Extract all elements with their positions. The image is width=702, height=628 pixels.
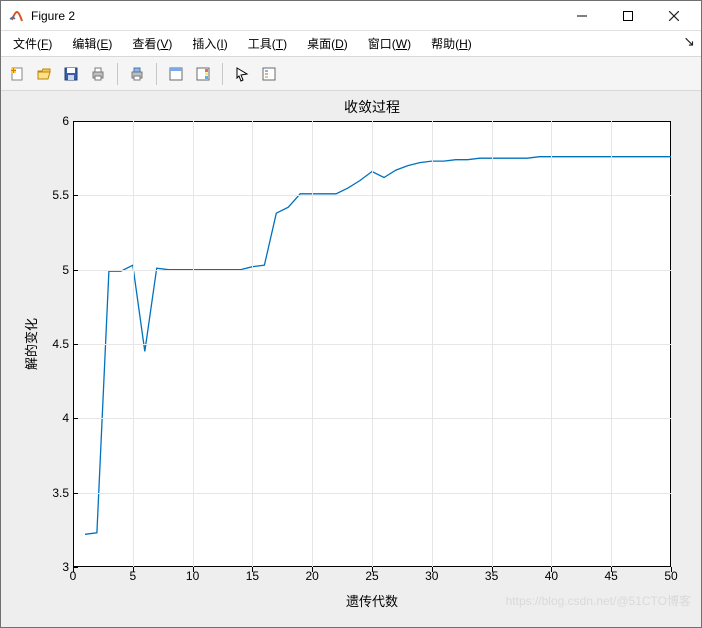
x-tick-label: 30	[425, 569, 438, 583]
dock-arrow-icon[interactable]: ↘	[683, 33, 695, 50]
menu-file[interactable]: 文件(F)	[7, 33, 58, 54]
gridline-h	[73, 270, 671, 271]
x-tick-label: 5	[129, 569, 136, 583]
x-tick-label: 35	[485, 569, 498, 583]
tick-mark	[73, 567, 78, 568]
x-axis-label: 遗传代数	[73, 591, 671, 610]
tick-mark	[73, 195, 78, 196]
tick-mark	[73, 121, 78, 122]
y-tick-label: 4	[39, 411, 69, 425]
x-tick-label: 15	[246, 569, 259, 583]
menu-bar: 文件(F) 编辑(E) 查看(V) 插入(I) 工具(T) 桌面(D) 窗口(W…	[1, 31, 701, 57]
y-tick-label: 5.5	[39, 188, 69, 202]
toolbar-separator	[117, 63, 118, 85]
menu-tools[interactable]: 工具(T)	[242, 33, 293, 54]
x-tick-label: 40	[545, 569, 558, 583]
menu-desktop[interactable]: 桌面(D)	[301, 33, 354, 54]
minimize-button[interactable]	[559, 1, 605, 31]
maximize-button[interactable]	[605, 1, 651, 31]
gridline-h	[73, 195, 671, 196]
menu-window[interactable]: 窗口(W)	[362, 33, 417, 54]
link-plot-button[interactable]	[164, 62, 188, 86]
x-tick-label: 25	[365, 569, 378, 583]
toolbar-separator	[222, 63, 223, 85]
y-axis-label: 解的变化	[21, 121, 40, 567]
new-figure-button[interactable]	[5, 62, 29, 86]
x-tick-label: 0	[70, 569, 77, 583]
print-button[interactable]	[86, 62, 110, 86]
x-tick-label: 10	[186, 569, 199, 583]
toolbar	[1, 57, 701, 91]
menu-insert[interactable]: 插入(I)	[186, 33, 233, 54]
edit-plot-button[interactable]	[230, 62, 254, 86]
x-tick-label: 50	[664, 569, 677, 583]
title-bar: Figure 2	[1, 1, 701, 31]
menu-help[interactable]: 帮助(H)	[425, 33, 478, 54]
y-tick-label: 3.5	[39, 486, 69, 500]
toolbar-separator	[156, 63, 157, 85]
open-button[interactable]	[32, 62, 56, 86]
print-preview-button[interactable]	[125, 62, 149, 86]
tick-mark	[73, 418, 78, 419]
x-tick-label: 20	[306, 569, 319, 583]
figure-canvas[interactable]: 收敛过程 遗传代数 解的变化 https://blog.csdn.net/@51…	[1, 91, 701, 627]
menu-edit[interactable]: 编辑(E)	[66, 33, 118, 54]
x-tick-label: 45	[605, 569, 618, 583]
y-tick-label: 3	[39, 560, 69, 574]
insert-colorbar-button[interactable]	[191, 62, 215, 86]
tick-mark	[73, 493, 78, 494]
y-tick-label: 4.5	[39, 337, 69, 351]
gridline-h	[73, 344, 671, 345]
tick-mark	[73, 344, 78, 345]
y-tick-label: 6	[39, 114, 69, 128]
window-title: Figure 2	[31, 9, 75, 23]
menu-view[interactable]: 查看(V)	[126, 33, 178, 54]
insert-legend-button[interactable]	[257, 62, 281, 86]
save-button[interactable]	[59, 62, 83, 86]
gridline-h	[73, 418, 671, 419]
gridline-h	[73, 493, 671, 494]
close-button[interactable]	[651, 1, 697, 31]
y-tick-label: 5	[39, 263, 69, 277]
matlab-logo-icon	[9, 8, 25, 24]
tick-mark	[73, 270, 78, 271]
chart-title: 收敛过程	[73, 97, 671, 117]
